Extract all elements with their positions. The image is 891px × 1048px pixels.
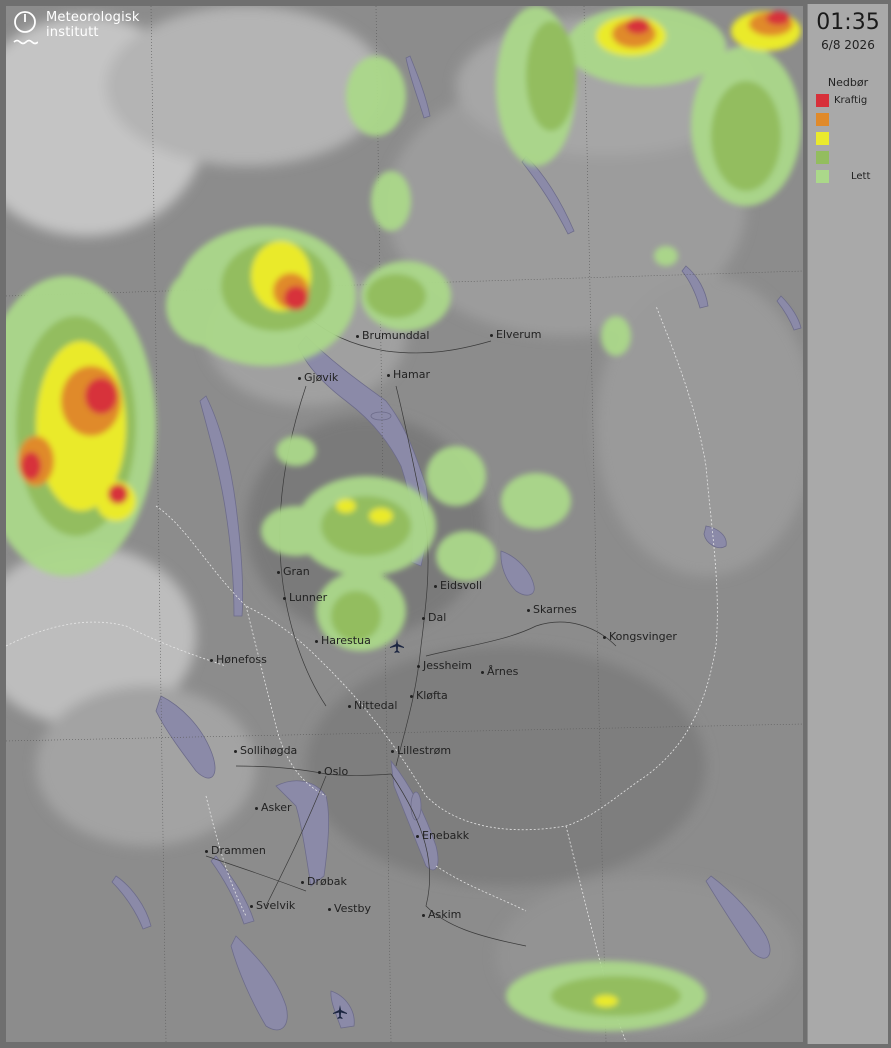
- legend-item: Lett: [816, 169, 870, 183]
- legend-item: [816, 112, 834, 126]
- legend-swatch: [816, 169, 829, 183]
- met-logo[interactable]: Meteorologisk institutt: [12, 10, 140, 50]
- city-label: Nittedal: [348, 700, 397, 712]
- legend-label: Lett: [851, 170, 871, 182]
- city-name: Kløfta: [416, 689, 448, 702]
- city-name: Lunner: [289, 591, 328, 604]
- city-name: Kongsvinger: [609, 630, 677, 643]
- radar-time: 01:35: [816, 10, 880, 35]
- radar-date: 6/8 2026: [821, 38, 875, 52]
- city-name: Elverum: [496, 328, 542, 341]
- city-label: Askim: [422, 909, 461, 921]
- city-name: Enebakk: [422, 829, 470, 842]
- radar-view: Meteorologisk institutt Brumunddal Elver…: [0, 0, 891, 1048]
- legend-swatch: [816, 93, 829, 107]
- radar-map[interactable]: [6, 6, 803, 1042]
- city-name: Nittedal: [354, 699, 398, 712]
- city-name: Skarnes: [533, 603, 577, 616]
- city-name: Harestua: [321, 634, 371, 647]
- city-name: Oslo: [324, 765, 349, 778]
- city-label: Årnes: [481, 666, 518, 678]
- city-label: Vestby: [328, 903, 371, 915]
- city-label: Gran: [277, 566, 310, 578]
- city-name: Svelvik: [256, 899, 296, 912]
- city-label: Kløfta: [410, 690, 448, 702]
- city-label: Svelvik: [250, 900, 295, 912]
- legend-item: [816, 150, 834, 164]
- legend-title: Nedbør: [827, 76, 869, 89]
- city-label: Dal: [422, 612, 446, 624]
- city-name: Gran: [283, 565, 310, 578]
- airport-icon: [333, 1005, 347, 1019]
- city-name: Sollihøgda: [240, 744, 298, 757]
- city-name: Asker: [261, 801, 292, 814]
- city-name: Hønefoss: [216, 653, 267, 666]
- legend-label: Kraftig: [834, 94, 868, 106]
- city-label: Gjøvik: [298, 372, 338, 384]
- city-name: Årnes: [487, 665, 519, 678]
- city-label: Hønefoss: [210, 654, 267, 666]
- provider-line-1: Meteorologisk: [46, 10, 140, 25]
- city-label: Drøbak: [301, 876, 347, 888]
- legend-item: Kraftig: [816, 93, 867, 107]
- city-label: Lunner: [283, 592, 327, 604]
- airport-icon: [390, 639, 404, 653]
- city-label: Drammen: [205, 845, 266, 857]
- city-label: Hamar: [387, 369, 430, 381]
- city-name: Gjøvik: [304, 371, 339, 384]
- city-name: Brumunddal: [362, 329, 430, 342]
- city-name: Drøbak: [307, 875, 347, 888]
- legend-swatch: [816, 112, 829, 126]
- city-label: Sollihøgda: [234, 745, 297, 757]
- city-name: Askim: [428, 908, 462, 921]
- met-logo-icon: [13, 11, 38, 45]
- city-label: Enebakk: [416, 830, 469, 842]
- info-panel: 01:35 6/8 2026 Nedbør Kraftig Lett: [807, 4, 888, 1044]
- city-label: Asker: [255, 802, 292, 814]
- city-name: Lillestrøm: [397, 744, 452, 757]
- city-name: Eidsvoll: [440, 579, 483, 592]
- city-name: Hamar: [393, 368, 430, 381]
- city-label: Eidsvoll: [434, 580, 482, 592]
- city-label: Kongsvinger: [603, 631, 677, 643]
- legend-item: [816, 131, 834, 145]
- city-name: Jessheim: [423, 659, 472, 672]
- city-label: Lillestrøm: [391, 745, 451, 757]
- city-name: Drammen: [211, 844, 266, 857]
- city-label: Elverum: [490, 329, 542, 341]
- city-name: Dal: [428, 611, 447, 624]
- legend-swatch: [816, 131, 829, 145]
- city-label: Jessheim: [417, 660, 472, 672]
- provider-line-2: institutt: [46, 25, 99, 40]
- city-label: Harestua: [315, 635, 371, 647]
- city-label: Skarnes: [527, 604, 577, 616]
- provider-name: Meteorologisk institutt: [46, 10, 140, 40]
- city-label: Oslo: [318, 766, 348, 778]
- city-label: Brumunddal: [356, 330, 429, 342]
- legend-swatch: [816, 150, 829, 164]
- city-name: Vestby: [334, 902, 371, 915]
